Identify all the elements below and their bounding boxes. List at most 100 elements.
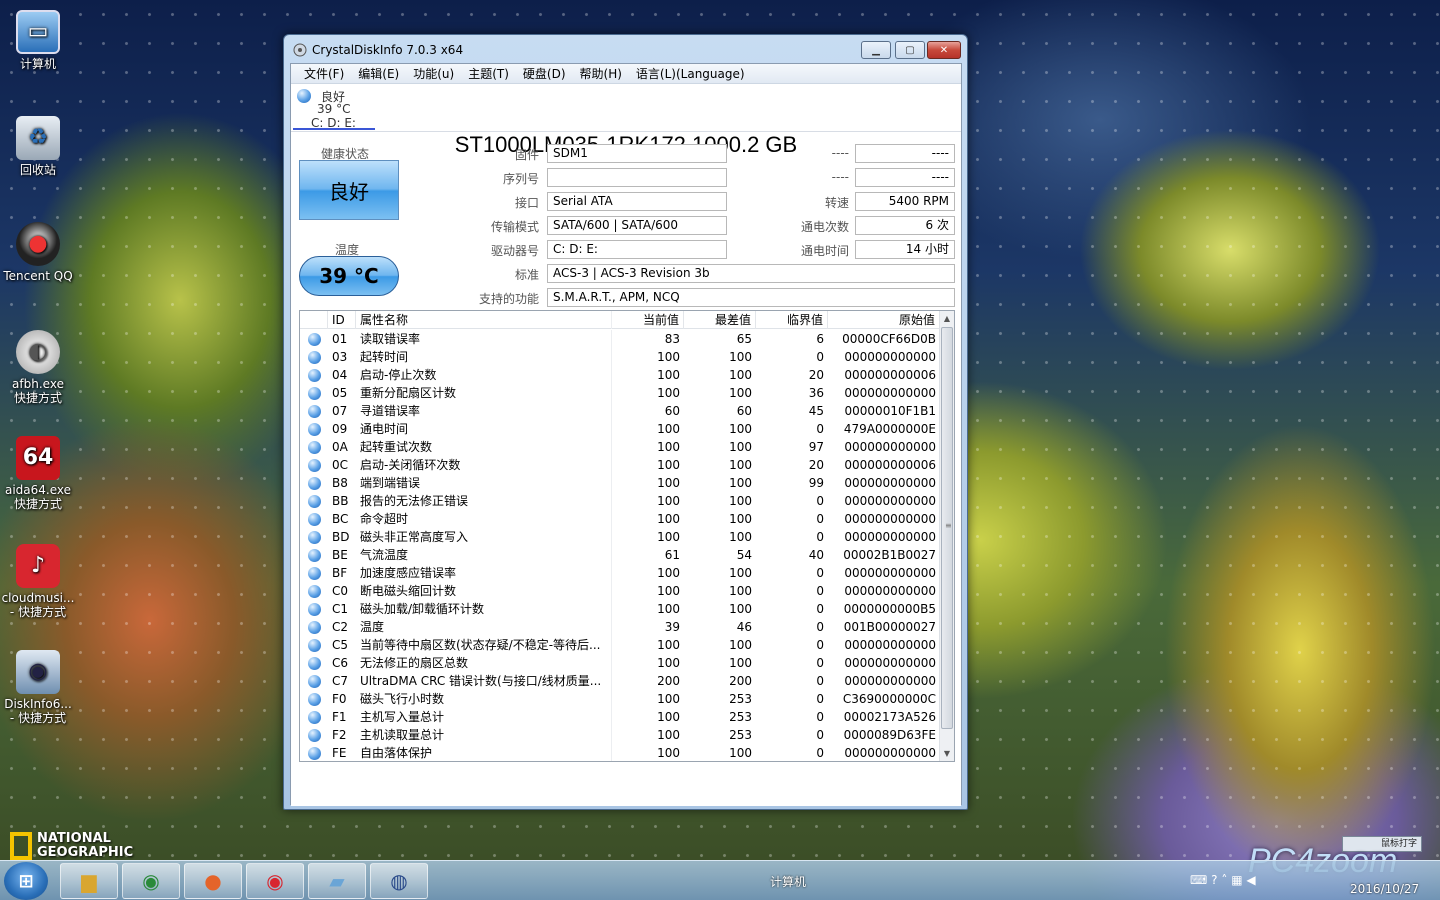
help-icon[interactable]: ? bbox=[1211, 873, 1217, 887]
menu-file[interactable]: 文件(F) bbox=[297, 65, 351, 82]
status-dot-icon bbox=[300, 348, 328, 366]
cell-current: 100 bbox=[657, 368, 680, 382]
cell-worst: 100 bbox=[729, 422, 752, 436]
table-row[interactable]: C0 断电磁头缩回计数 100 100 0 000000000000 bbox=[300, 582, 940, 600]
table-row[interactable]: BC 命令超时 100 100 0 000000000000 bbox=[300, 510, 940, 528]
menu-help[interactable]: 帮助(H) bbox=[573, 65, 629, 82]
desktop-icon-qq[interactable]: ● Tencent QQ bbox=[0, 222, 76, 283]
desktop-icon-computer[interactable]: ▭ 计算机 bbox=[0, 10, 76, 71]
table-row[interactable]: 07 寻道错误率 60 60 45 00000010F1B1 bbox=[300, 402, 940, 420]
table-row[interactable]: C2 温度 39 46 0 001B00000027 bbox=[300, 618, 940, 636]
table-row[interactable]: 0A 起转重试次数 100 100 97 000000000000 bbox=[300, 438, 940, 456]
desktop-icon-sublabel: 快捷方式 bbox=[13, 391, 62, 405]
cell-current: 100 bbox=[657, 476, 680, 490]
cell-attribute-name: 重新分配扇区计数 bbox=[356, 384, 612, 402]
cell-id: C1 bbox=[332, 602, 349, 616]
power-on-count-label: 通电次数 bbox=[800, 220, 849, 234]
table-row[interactable]: C1 磁头加载/卸载循环计数 100 100 0 0000000000B5 bbox=[300, 600, 940, 618]
menu-theme[interactable]: 主题(T) bbox=[461, 65, 516, 82]
table-row[interactable]: BB 报告的无法修正错误 100 100 0 000000000000 bbox=[300, 492, 940, 510]
cell-attribute-name: 启动-停止次数 bbox=[356, 366, 612, 384]
system-tray[interactable]: ⌨ ? ˄ ▦ ◀ bbox=[1190, 873, 1256, 887]
desktop-icon-cloudmusic[interactable]: ♪ cloudmusi... - 快捷方式 bbox=[0, 544, 76, 619]
title-bar[interactable]: CrystalDiskInfo 7.0.3 x64 ▁ ▢ ✕ bbox=[284, 35, 967, 63]
table-row[interactable]: F0 磁头飞行小时数 100 253 0 C3690000000C bbox=[300, 690, 940, 708]
scroll-up-arrow-icon[interactable]: ▲ bbox=[940, 311, 954, 326]
header-raw-value[interactable]: 原始值 bbox=[828, 311, 940, 329]
header-threshold[interactable]: 临界值 bbox=[756, 311, 828, 329]
table-row[interactable]: F2 主机读取量总计 100 253 0 0000089D63FE bbox=[300, 726, 940, 744]
table-row[interactable]: C5 当前等待中扇区数(状态存疑/不稳定-等待后... 100 100 0 0000000… bbox=[300, 636, 940, 654]
taskbar-notepad-button[interactable]: ▰ bbox=[308, 863, 366, 899]
cell-current: 100 bbox=[657, 710, 680, 724]
menu-language[interactable]: 语言(L)(Language) bbox=[629, 65, 752, 82]
start-button[interactable]: ⊞ bbox=[4, 862, 48, 900]
table-row[interactable]: 0C 启动-关闭循环次数 100 100 20 000000000006 bbox=[300, 456, 940, 474]
desktop-icon-sublabel: - 快捷方式 bbox=[9, 605, 67, 619]
header-current[interactable]: 当前值 bbox=[612, 311, 684, 329]
tray-expand-icon[interactable]: ˄ bbox=[1221, 873, 1227, 887]
cell-raw-value: 000000000000 bbox=[844, 674, 936, 688]
table-row[interactable]: 03 起转时间 100 100 0 000000000000 bbox=[300, 348, 940, 366]
cell-worst: 100 bbox=[729, 602, 752, 616]
smart-attribute-table[interactable]: ID 属性名称 当前值 最差值 临界值 原始值 01 读取错误率 83 65 6 0000… bbox=[299, 310, 955, 762]
keyboard-icon[interactable]: ⌨ bbox=[1190, 873, 1207, 887]
table-row[interactable]: 01 读取错误率 83 65 6 00000CF66D0B bbox=[300, 330, 940, 348]
taskbar-toolbar-label[interactable]: 计算机 bbox=[770, 873, 806, 890]
cell-attribute-name: 读取错误率 bbox=[356, 330, 612, 348]
taskbar-eye-app-button[interactable]: ◉ bbox=[122, 863, 180, 899]
header-id[interactable]: ID bbox=[328, 311, 356, 329]
desktop-icon-diskinfo[interactable]: ◉ DiskInfo6... - 快捷方式 bbox=[0, 650, 76, 725]
cell-worst: 100 bbox=[729, 458, 752, 472]
transfer-mode-label: 传输模式 bbox=[490, 220, 539, 234]
status-dot-icon bbox=[300, 474, 328, 492]
cell-threshold: 0 bbox=[816, 710, 824, 724]
table-row[interactable]: BD 磁头非正常高度写入 100 100 0 000000000000 bbox=[300, 528, 940, 546]
health-status-button[interactable]: 良好 bbox=[299, 160, 399, 220]
unknown-field-label: ---- bbox=[831, 146, 849, 160]
table-row[interactable]: 09 通电时间 100 100 0 479A0000000E bbox=[300, 420, 940, 438]
taskbar-firefox-button[interactable]: ● bbox=[184, 863, 242, 899]
cell-worst: 100 bbox=[729, 476, 752, 490]
temperature-button[interactable]: 39 °C bbox=[299, 256, 399, 296]
cell-attribute-name: 起转重试次数 bbox=[356, 438, 612, 456]
table-row[interactable]: C7 UltraDMA CRC 错误计数(与接口/线材质量... 200 200 0 00… bbox=[300, 672, 940, 690]
desktop-icon-label: cloudmusi... bbox=[1, 591, 75, 605]
status-dot-icon bbox=[300, 366, 328, 384]
header-attribute-name[interactable]: 属性名称 bbox=[356, 311, 612, 329]
table-row[interactable]: 04 启动-停止次数 100 100 20 000000000006 bbox=[300, 366, 940, 384]
network-icon[interactable]: ▦ bbox=[1231, 873, 1242, 887]
taskbar-diskinfo-button[interactable]: ◍ bbox=[370, 863, 428, 899]
volume-icon[interactable]: ◀ bbox=[1246, 873, 1255, 887]
table-row[interactable]: 05 重新分配扇区计数 100 100 36 000000000000 bbox=[300, 384, 940, 402]
table-row[interactable]: BF 加速度感应错误率 100 100 0 000000000000 bbox=[300, 564, 940, 582]
scroll-thumb[interactable]: ≡ bbox=[941, 327, 953, 729]
menu-disk[interactable]: 硬盘(D) bbox=[516, 65, 573, 82]
clock-date[interactable]: 2016/10/27 bbox=[1350, 882, 1419, 896]
maximize-button[interactable]: ▢ bbox=[895, 41, 925, 59]
table-row[interactable]: B8 端到端错误 100 100 99 000000000000 bbox=[300, 474, 940, 492]
menu-function[interactable]: 功能(u) bbox=[406, 65, 461, 82]
close-button[interactable]: ✕ bbox=[927, 41, 961, 59]
table-row[interactable]: C6 无法修正的扇区总数 100 100 0 000000000000 bbox=[300, 654, 940, 672]
minimize-button[interactable]: ▁ bbox=[861, 41, 891, 59]
table-scrollbar[interactable]: ▲ ≡ ▼ bbox=[939, 311, 954, 761]
table-row[interactable]: F1 主机写入量总计 100 253 0 00002173A526 bbox=[300, 708, 940, 726]
desktop-icon-aida64[interactable]: 64 aida64.exe 快捷方式 bbox=[0, 436, 76, 511]
desktop-icon-recycle-bin[interactable]: ♻ 回收站 bbox=[0, 116, 76, 177]
taskbar-explorer-button[interactable]: ▆ bbox=[60, 863, 118, 899]
header-worst[interactable]: 最差值 bbox=[684, 311, 756, 329]
desktop-icon-sublabel: 快捷方式 bbox=[13, 497, 62, 511]
menu-edit[interactable]: 编辑(E) bbox=[351, 65, 406, 82]
header-status-column[interactable] bbox=[300, 311, 328, 329]
table-row[interactable]: FE 自由落体保护 100 100 0 000000000000 bbox=[300, 744, 940, 761]
unknown-field-label: ---- bbox=[831, 170, 849, 184]
scroll-down-arrow-icon[interactable]: ▼ bbox=[940, 746, 954, 761]
table-row[interactable]: BE 气流温度 61 54 40 00002B1B0027 bbox=[300, 546, 940, 564]
notepad-icon: ▰ bbox=[329, 869, 345, 893]
status-dot-icon bbox=[300, 402, 328, 420]
disk-tab[interactable]: 良好 39 °C C: D: E: bbox=[293, 86, 375, 130]
desktop-icon-afbh[interactable]: ◐ afbh.exe 快捷方式 bbox=[0, 330, 76, 405]
status-dot-icon bbox=[300, 510, 328, 528]
taskbar-cloudmusic-button[interactable]: ◉ bbox=[246, 863, 304, 899]
